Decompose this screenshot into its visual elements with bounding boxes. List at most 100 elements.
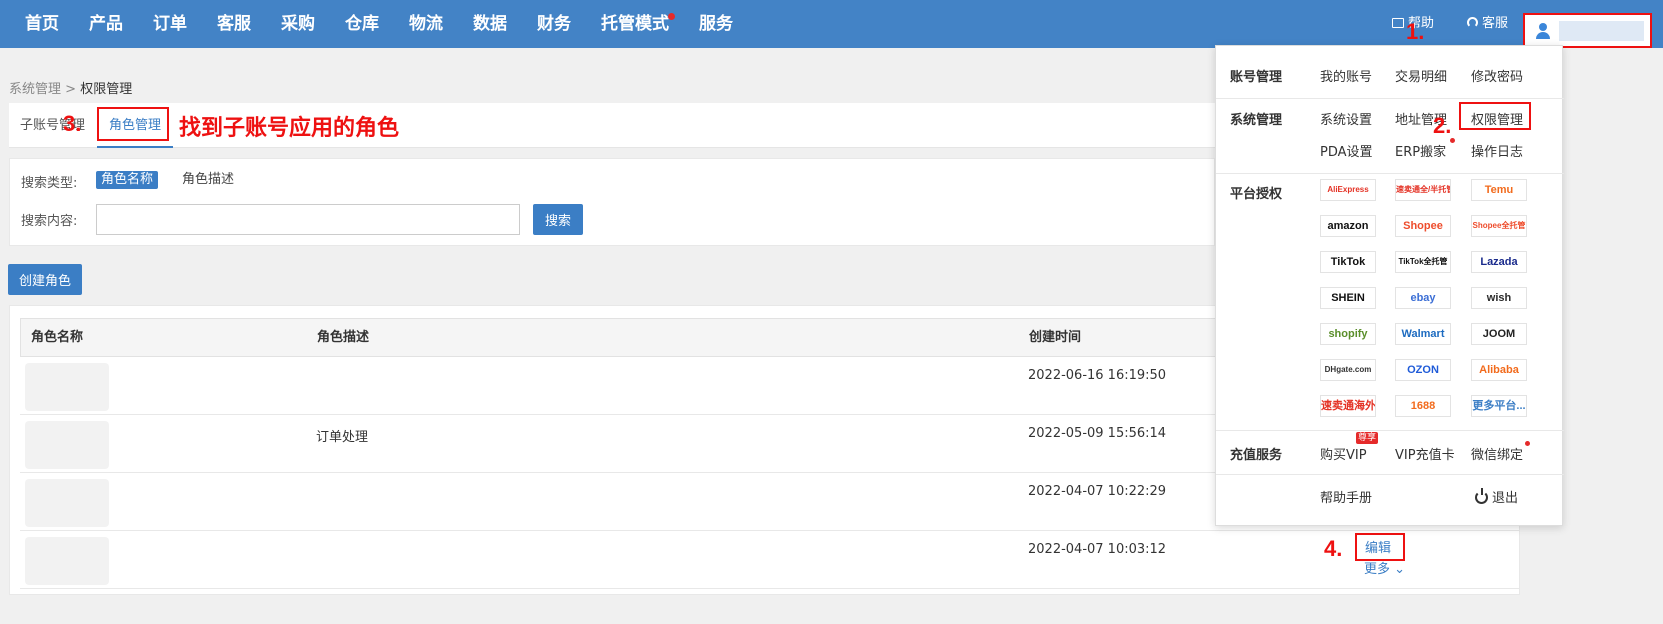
platform-logo-ozon[interactable]: OZON (1395, 359, 1451, 381)
nav-item-warehouse[interactable]: 仓库 (330, 0, 394, 48)
notification-dot (1525, 441, 1530, 446)
search-panel: 搜索类型: 角色名称 角色描述 搜索内容: 搜索 (9, 158, 1215, 246)
highlight-box-role-tab (97, 107, 169, 141)
nav-item-hosting-mode[interactable]: 托管模式 (586, 0, 684, 48)
annotation-step-3: 3. (63, 111, 82, 136)
user-account-menu[interactable] (1523, 13, 1652, 48)
notification-dot (668, 13, 675, 20)
nav-item-finance[interactable]: 财务 (522, 0, 586, 48)
platform-logo-shein[interactable]: SHEIN (1320, 287, 1376, 309)
chevron-down-icon: ⌄ (1394, 562, 1406, 577)
platform-logo-amazon[interactable]: amazon (1320, 215, 1376, 237)
link-operation-log[interactable]: 操作日志 (1471, 141, 1523, 160)
section-recharge-services: 充值服务 (1230, 448, 1283, 463)
headset-icon (1467, 17, 1478, 28)
annotation-step-2: 2. (1433, 113, 1452, 138)
nav-item-purchase[interactable]: 采购 (266, 0, 330, 48)
section-platform-authorization: 平台授权 (1230, 187, 1283, 202)
logout-button[interactable]: 退出 (1475, 487, 1518, 506)
created-time: 2022-06-16 16:19:50 (1028, 368, 1167, 383)
breadcrumb: 系统管理 > 权限管理 (9, 78, 132, 97)
column-header-role-name: 角色名称 (31, 330, 84, 345)
column-header-created-time: 创建时间 (1029, 330, 1082, 345)
divider (1216, 98, 1564, 99)
link-erp-migration[interactable]: ERP搬家 (1395, 141, 1446, 160)
divider (1216, 173, 1564, 174)
link-wechat-binding[interactable]: 微信绑定 (1471, 444, 1523, 463)
search-type-role-description[interactable]: 角色描述 (182, 171, 234, 189)
section-system-management: 系统管理 (1230, 113, 1283, 128)
table-row: 2022-04-07 10:03:12 (20, 531, 1520, 589)
breadcrumb-parent[interactable]: 系统管理 (9, 82, 61, 97)
logout-label: 退出 (1492, 491, 1519, 506)
search-type-label: 搜索类型: (21, 176, 78, 191)
power-icon (1475, 488, 1488, 504)
platform-logo-wish[interactable]: wish (1471, 287, 1527, 309)
create-role-button[interactable]: 创建角色 (8, 264, 82, 295)
search-input[interactable] (96, 204, 520, 235)
main-menu: 首页 产品 订单 客服 采购 仓库 物流 数据 财务 托管模式 服务 (10, 0, 748, 48)
role-name-redacted (25, 537, 109, 585)
highlight-box-edit (1355, 533, 1405, 561)
breadcrumb-separator: > (65, 82, 77, 97)
search-type-role-name[interactable]: 角色名称 (96, 171, 159, 189)
breadcrumb-current: 权限管理 (80, 82, 133, 97)
role-description: 订单处理 (316, 430, 369, 445)
platform-logo--1[interactable]: 速卖通全/半托管 (1395, 179, 1451, 201)
platform-logo-aliexpress[interactable]: AliExpress (1320, 179, 1376, 201)
nav-item-logistics[interactable]: 物流 (394, 0, 458, 48)
platform-logo-joom[interactable]: JOOM (1471, 323, 1527, 345)
link-buy-vip[interactable]: 购买VIP (1320, 444, 1367, 463)
nav-item-home[interactable]: 首页 (10, 0, 74, 48)
more-label: 更多 (1364, 562, 1391, 577)
link-pda-settings[interactable]: PDA设置 (1320, 141, 1373, 160)
highlight-box-permission (1459, 102, 1531, 130)
search-content-label: 搜索内容: (21, 214, 78, 229)
section-account-management: 账号管理 (1230, 70, 1283, 85)
customer-service-link[interactable]: 客服 (1467, 0, 1508, 48)
user-icon (1535, 23, 1551, 39)
nav-item-data[interactable]: 数据 (458, 0, 522, 48)
created-time: 2022-04-07 10:03:12 (1028, 542, 1167, 557)
platform-logo--20[interactable]: 更多平台... (1471, 395, 1527, 417)
customer-service-label: 客服 (1482, 16, 1509, 31)
platform-logo-dhgate-com[interactable]: DHgate.com (1320, 359, 1376, 381)
divider (1216, 430, 1564, 431)
nav-item-order[interactable]: 订单 (138, 0, 202, 48)
nav-item-hosting-label: 托管模式 (601, 14, 669, 34)
vip-exclusive-badge: 尊享 (1356, 432, 1379, 444)
platform-logo-temu[interactable]: Temu (1471, 179, 1527, 201)
created-time: 2022-04-07 10:22:29 (1028, 484, 1167, 499)
nav-item-services[interactable]: 服务 (684, 0, 748, 48)
role-name-redacted (25, 363, 109, 411)
nav-item-product[interactable]: 产品 (74, 0, 138, 48)
platform-logo-walmart[interactable]: Walmart (1395, 323, 1451, 345)
link-my-account[interactable]: 我的账号 (1320, 66, 1372, 85)
annotation-find-role: 找到子账号应用的角色 (179, 115, 400, 140)
platform-logo-shopee[interactable]: Shopee (1395, 215, 1451, 237)
nav-item-customer-service[interactable]: 客服 (202, 0, 266, 48)
column-header-role-description: 角色描述 (317, 330, 370, 345)
platform-logo-lazada[interactable]: Lazada (1471, 251, 1527, 273)
annotation-step-1: 1. (1406, 19, 1425, 44)
username-redacted (1559, 21, 1644, 41)
link-vip-recharge-card[interactable]: VIP充值卡 (1395, 444, 1455, 463)
annotation-step-4: 4. (1324, 536, 1343, 561)
platform-logo-ebay[interactable]: ebay (1395, 287, 1451, 309)
platform-logo-tiktok-7[interactable]: TikTok全托管 (1395, 251, 1451, 273)
platform-logo-1688[interactable]: 1688 (1395, 395, 1451, 417)
link-help-manual[interactable]: 帮助手册 (1320, 487, 1372, 506)
platform-logo-shopify[interactable]: shopify (1320, 323, 1376, 345)
created-time: 2022-05-09 15:56:14 (1028, 426, 1167, 441)
link-transaction-details[interactable]: 交易明细 (1395, 66, 1447, 85)
link-change-password[interactable]: 修改密码 (1471, 66, 1523, 85)
role-name-redacted (25, 479, 109, 527)
link-system-settings[interactable]: 系统设置 (1320, 109, 1372, 128)
platform-logo-shopee-5[interactable]: Shopee全托管 (1471, 215, 1527, 237)
platform-logo--18[interactable]: 速卖通海外托管 (1320, 395, 1376, 417)
divider (1216, 474, 1564, 475)
role-name-redacted (25, 421, 109, 469)
platform-logo-tiktok[interactable]: TikTok (1320, 251, 1376, 273)
platform-logo-alibaba[interactable]: Alibaba (1471, 359, 1527, 381)
search-button[interactable]: 搜索 (533, 204, 583, 235)
